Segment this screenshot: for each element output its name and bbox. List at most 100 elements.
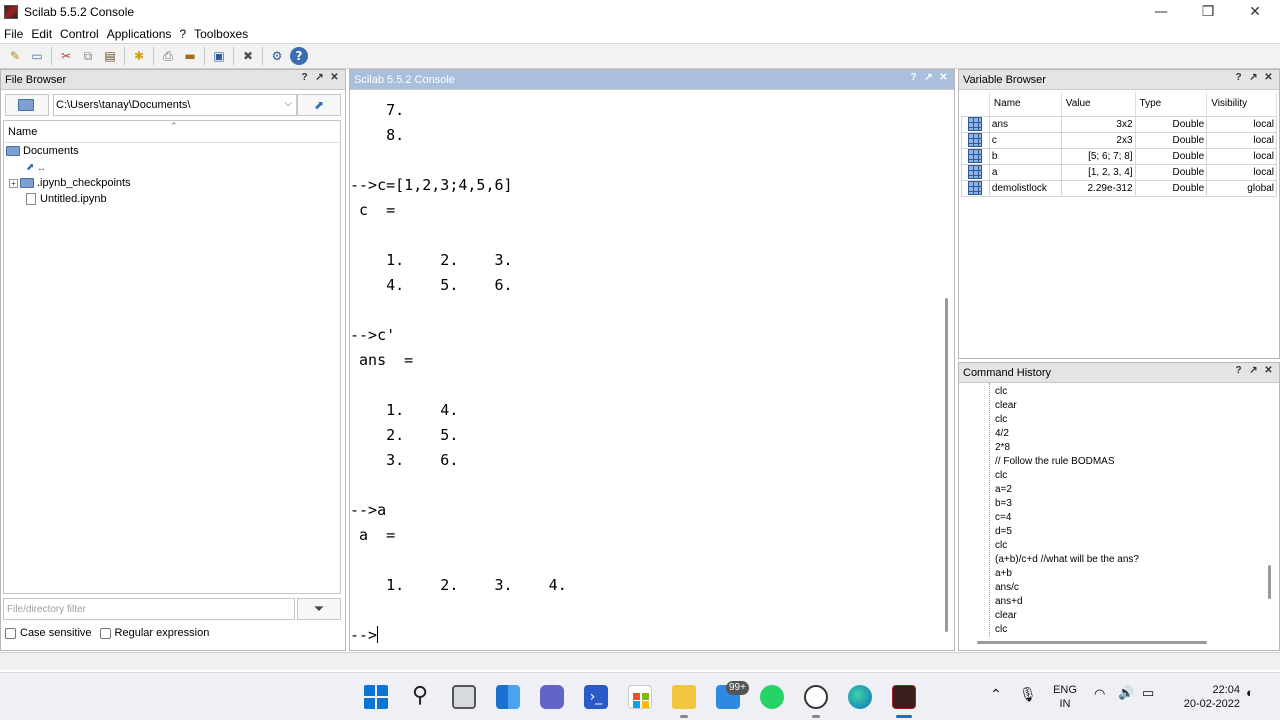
parent-directory-button[interactable]: ⬈ (297, 94, 341, 116)
history-horizontal-scrollbar[interactable] (977, 641, 1207, 644)
list-item[interactable]: clc (995, 623, 1007, 637)
regex-checkbox[interactable] (99, 627, 111, 639)
panel-close-button[interactable]: ✕ (936, 72, 951, 83)
table-row[interactable]: demolistlock 2.29e-312 Double global (961, 179, 1277, 197)
table-row[interactable]: b [5; 6; 7; 8] Double local (961, 147, 1277, 165)
copy-icon[interactable]: ⧉ (79, 47, 97, 65)
list-item[interactable]: clc (995, 385, 1007, 399)
history-vertical-scrollbar[interactable] (1268, 565, 1271, 599)
clear-console-icon[interactable]: ▬ (181, 47, 199, 65)
menu-toolboxes[interactable]: Toolboxes (190, 27, 252, 41)
table-row[interactable]: ans 3x2 Double local (961, 115, 1277, 133)
scilab-taskbar-icon[interactable] (892, 685, 916, 709)
list-item[interactable]: d=5 (995, 525, 1012, 539)
panel-close-button[interactable]: ✕ (1261, 72, 1276, 83)
value-column-header[interactable]: Value (1061, 92, 1136, 116)
chevron-up-icon[interactable]: ⌃ (990, 687, 1002, 701)
browse-folder-button[interactable] (5, 94, 49, 116)
list-item[interactable]: b=3 (995, 497, 1012, 511)
filter-button[interactable]: ⏷ (297, 598, 341, 620)
task-view-icon[interactable] (452, 685, 476, 709)
name-column-header[interactable]: Name ⌃ (4, 121, 340, 143)
tree-item-parent[interactable]: ⬈ .. (4, 159, 340, 175)
file-filter-input[interactable]: File/directory filter (3, 598, 295, 620)
panel-undock-button[interactable]: ↗ (921, 72, 936, 83)
windows-start-icon[interactable] (364, 685, 388, 709)
command-history-list[interactable]: clc clear clc 4/2 2*8 // Follow the rule… (959, 383, 1275, 637)
list-item[interactable]: ans+d (995, 595, 1023, 609)
wifi-icon[interactable]: ◠ (1094, 687, 1105, 701)
visibility-column-header[interactable]: Visibility (1206, 92, 1277, 116)
paste-icon[interactable]: ▤ (101, 47, 119, 65)
list-item[interactable]: (a+b)/c+d //what will be the ans? (995, 553, 1139, 567)
list-item[interactable]: clc (995, 413, 1007, 427)
name-column-header[interactable]: Name (989, 92, 1062, 116)
table-row[interactable]: a [1, 2, 3, 4] Double local (961, 163, 1277, 181)
type-column-header[interactable]: Type (1135, 92, 1208, 116)
obs-icon[interactable] (804, 685, 828, 709)
restore-button[interactable]: ❐ (1185, 0, 1231, 24)
case-sensitive-checkbox[interactable] (5, 627, 16, 639)
panel-help-button[interactable]: ? (1231, 72, 1246, 83)
tree-item-untitled-ipynb[interactable]: Untitled.ipynb (4, 191, 340, 207)
panel-close-button[interactable]: ✕ (1261, 365, 1276, 376)
file-tree[interactable]: Name ⌃ Documents ⬈ .. + .ipynb_checkpoin… (3, 120, 341, 594)
teams-chat-icon[interactable] (540, 685, 564, 709)
file-explorer-icon[interactable] (672, 685, 696, 709)
list-item[interactable]: // Follow the rule BODMAS (995, 455, 1114, 469)
list-item[interactable]: 4/2 (995, 427, 1009, 441)
list-item[interactable]: 2*8 (995, 441, 1010, 455)
microsoft-store-icon[interactable] (628, 685, 652, 709)
menu-edit[interactable]: Edit (27, 27, 56, 41)
panel-undock-button[interactable]: ↗ (1246, 365, 1261, 376)
list-item[interactable]: ans/c (995, 581, 1019, 595)
edge-browser-icon[interactable] (848, 685, 872, 709)
search-icon[interactable]: ⚲ (408, 685, 432, 709)
table-row[interactable]: c 2x3 Double local (961, 131, 1277, 149)
list-item[interactable]: clc (995, 469, 1007, 483)
expand-icon[interactable]: + (9, 178, 18, 188)
console-output[interactable]: 7. 8. -->c=[1,2,3;4,5,6] c = 1. 2. 3. 4.… (350, 90, 942, 650)
open-file-icon[interactable]: ▭ (28, 47, 46, 65)
volume-icon[interactable]: 🔊 (1118, 686, 1134, 700)
close-window-button[interactable]: ✕ (1232, 0, 1278, 24)
clock[interactable]: 22:04 20-02-2022 (1170, 683, 1240, 711)
focus-assist-icon[interactable]: ◐ (1246, 686, 1254, 700)
print-icon[interactable]: ⎙ (159, 47, 177, 65)
list-item[interactable]: clear (995, 399, 1017, 413)
path-combobox[interactable]: C:\Users\tanay\Documents\ ⌵ (53, 94, 297, 116)
tree-item-documents[interactable]: Documents (4, 143, 340, 159)
list-item[interactable]: clc (995, 539, 1007, 553)
variable-table[interactable]: Name Value Type Visibility ans 3x2 Doubl… (961, 92, 1277, 197)
whatsapp-icon[interactable] (760, 685, 784, 709)
panel-help-button[interactable]: ? (1231, 365, 1246, 376)
menu-help[interactable]: ? (175, 27, 190, 41)
tree-item-ipynb-checkpoints[interactable]: + .ipynb_checkpoints (4, 175, 340, 191)
panel-close-button[interactable]: ✕ (327, 72, 342, 83)
list-item[interactable]: clear (995, 609, 1017, 623)
list-item[interactable]: a=2 (995, 483, 1012, 497)
powershell-icon[interactable]: ›_ (584, 685, 608, 709)
battery-icon[interactable]: ▭ (1142, 686, 1154, 700)
cut-icon[interactable]: ✂ (57, 47, 75, 65)
preferences-icon[interactable]: ✖ (239, 47, 257, 65)
panel-undock-button[interactable]: ↗ (1246, 72, 1261, 83)
language-indicator[interactable]: ENG IN (1050, 683, 1080, 711)
console-scrollbar[interactable] (945, 298, 948, 632)
console-prompt-line[interactable]: --> (350, 623, 379, 648)
panel-undock-button[interactable]: ↗ (312, 72, 327, 83)
list-item[interactable]: c=4 (995, 511, 1011, 525)
new-script-icon[interactable]: ✎ (6, 47, 24, 65)
scinotes-icon[interactable]: ▣ (210, 47, 228, 65)
minimize-button[interactable]: — (1138, 0, 1184, 24)
widgets-icon[interactable] (496, 685, 520, 709)
menu-control[interactable]: Control (56, 27, 103, 41)
panel-help-button[interactable]: ? (906, 72, 921, 83)
microphone-icon[interactable]: 🎙 (1019, 687, 1037, 701)
panel-help-button[interactable]: ? (297, 72, 312, 83)
menu-applications[interactable]: Applications (103, 27, 176, 41)
xcos-icon[interactable]: ⚙ (268, 47, 286, 65)
help-icon[interactable]: ? (290, 47, 308, 65)
menu-file[interactable]: File (0, 27, 27, 41)
chevron-down-icon[interactable]: ⌵ (284, 98, 292, 109)
